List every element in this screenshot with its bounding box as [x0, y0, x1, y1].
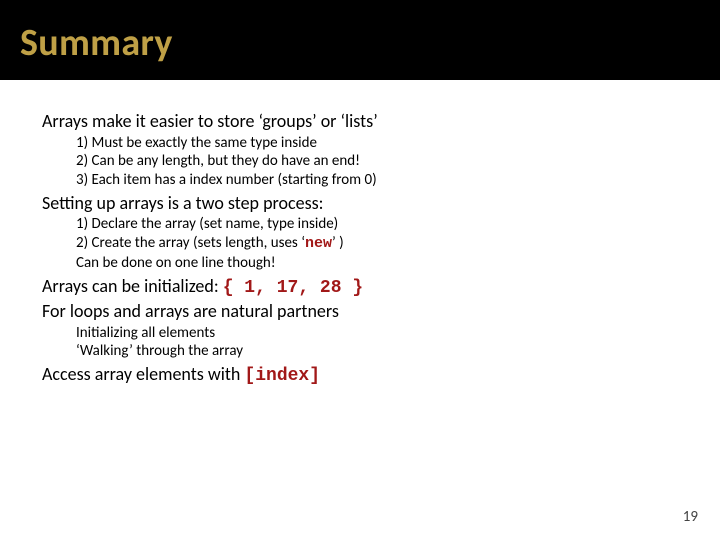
sub-index-number: 3) Each item has a index number (startin…	[76, 171, 678, 190]
slide-title: Summary	[20, 20, 700, 66]
page-number: 19	[683, 508, 698, 526]
sub-create-array: 2) Create the array (sets length, uses ‘…	[76, 234, 678, 254]
sub-walking-array: ‘Walking’ through the array	[76, 342, 678, 361]
access-text: Access array elements with	[42, 363, 244, 385]
code-new: new	[305, 235, 332, 252]
code-init-literal: { 1, 17, 28 }	[223, 278, 363, 298]
bullet-for-loops-partners: For loops and arrays are natural partner…	[42, 300, 678, 323]
sub-create-array-post: ’ )	[332, 234, 344, 252]
sub-create-array-pre: 2) Create the array (sets length, uses ‘	[76, 234, 305, 252]
bullet-arrays-store-groups: Arrays make it easier to store ‘groups’ …	[42, 110, 678, 133]
arrays-initialized-text: Arrays can be initialized:	[42, 275, 223, 297]
bullet-two-step-setup: Setting up arrays is a two step process:	[42, 192, 678, 215]
bullet-arrays-initialized: Arrays can be initialized: { 1, 17, 28 }	[42, 275, 678, 300]
slide: Summary Arrays make it easier to store ‘…	[0, 0, 720, 540]
slide-body: Arrays make it easier to store ‘groups’ …	[0, 80, 720, 388]
sub-same-type: 1) Must be exactly the same type inside	[76, 134, 678, 153]
sub-one-line: Can be done on one line though!	[76, 254, 678, 273]
sub-declare-array: 1) Declare the array (set name, type ins…	[76, 215, 678, 234]
sub-any-length: 2) Can be any length, but they do have a…	[76, 152, 678, 171]
bullet-access-with-index: Access array elements with [index]	[42, 363, 678, 388]
title-band: Summary	[0, 0, 720, 80]
sub-init-all-elements: Initializing all elements	[76, 324, 678, 343]
code-index: [index]	[244, 366, 320, 386]
